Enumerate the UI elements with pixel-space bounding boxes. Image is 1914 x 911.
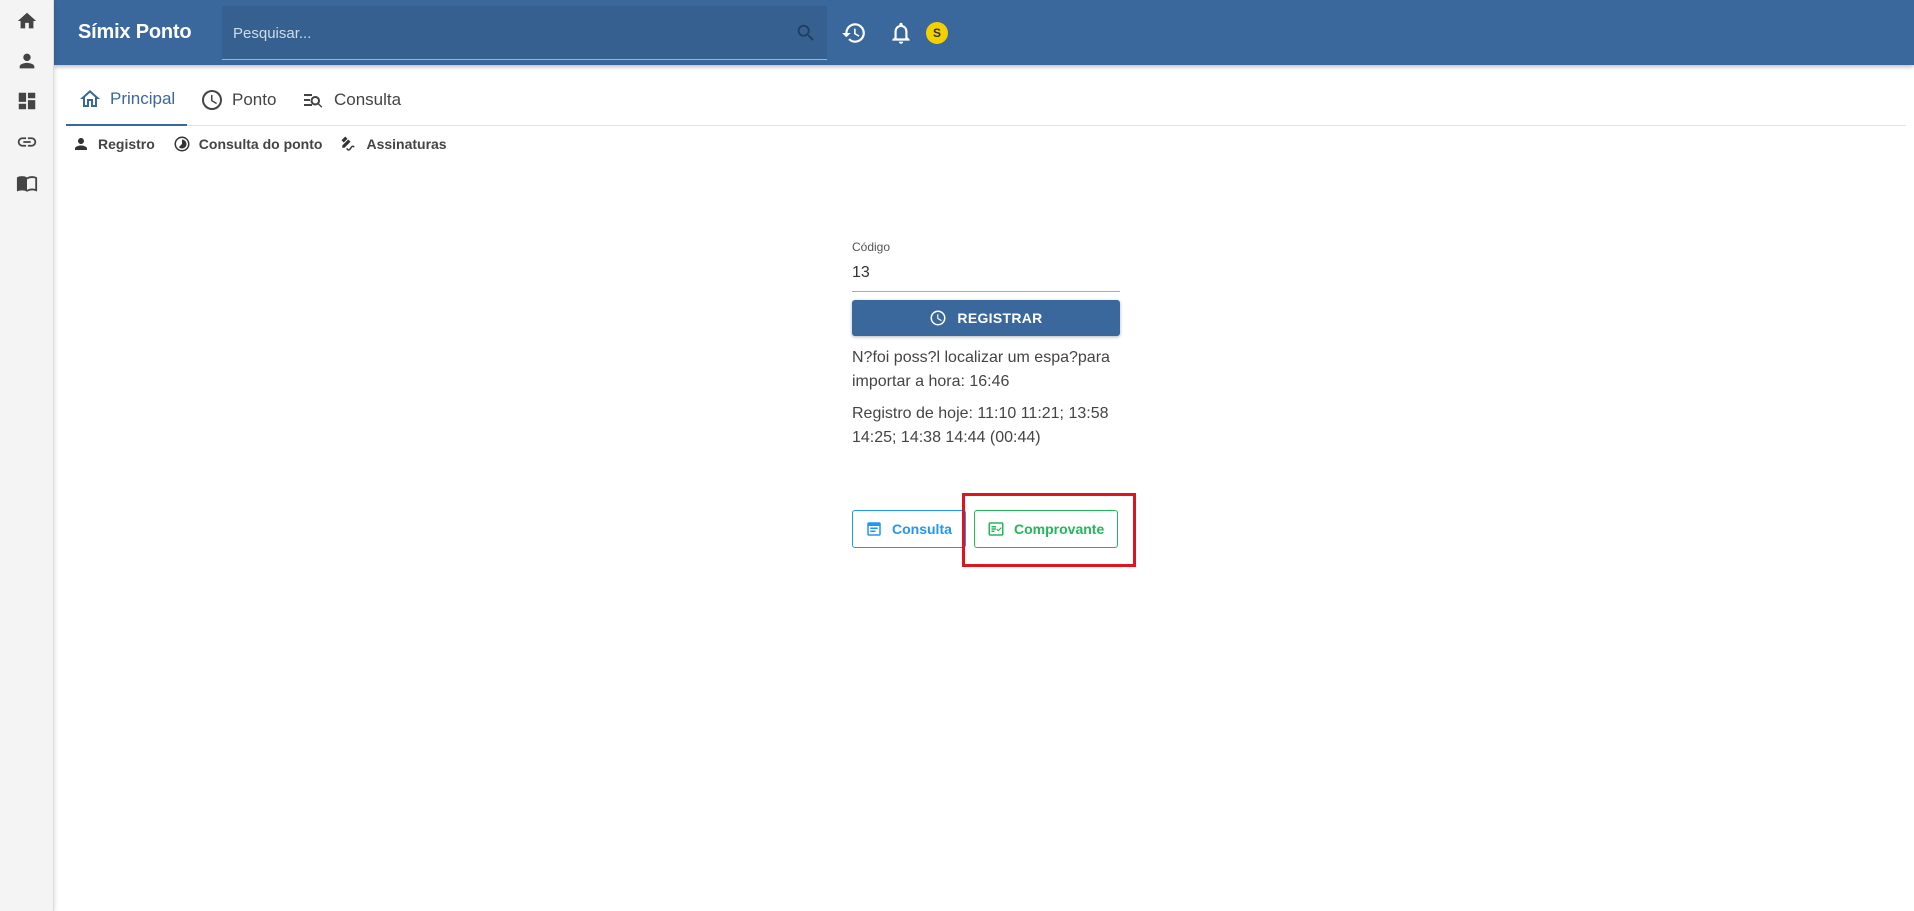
- consulta-label: Consulta: [892, 521, 952, 537]
- history-icon[interactable]: [841, 20, 867, 46]
- time-import-message: N?foi poss?l localizar um espa?para impo…: [852, 349, 1110, 390]
- search-list-icon: [304, 94, 323, 108]
- subnav-consulta-do-ponto[interactable]: Consulta do ponto: [173, 135, 323, 153]
- registrar-button[interactable]: REGISTRAR: [852, 300, 1120, 336]
- signature-icon: [341, 136, 356, 151]
- home-outline-icon: [80, 90, 100, 107]
- rail-link-button[interactable]: [0, 122, 54, 162]
- calendar-view-icon: [867, 522, 881, 536]
- subnav-assinaturas[interactable]: Assinaturas: [340, 135, 447, 153]
- today-records-message: Registro de hoje: 11:10 11:21; 13:58 14:…: [852, 405, 1109, 446]
- tab-principal[interactable]: Principal: [66, 80, 188, 126]
- app-bar: Símix Ponto S: [54, 0, 1914, 65]
- rail-dashboard-button[interactable]: [0, 81, 54, 121]
- consulta-button[interactable]: Consulta: [852, 510, 966, 548]
- subnav-label: Assinaturas: [366, 136, 447, 152]
- book-icon: [16, 176, 38, 192]
- person-icon: [19, 53, 35, 69]
- rail-book-button[interactable]: [0, 163, 54, 203]
- comprovante-label: Comprovante: [1014, 521, 1105, 537]
- tab-label: Principal: [110, 89, 176, 108]
- dashboard-icon: [18, 92, 36, 110]
- timelapse-icon: [174, 136, 190, 152]
- main-tabs: Principal Ponto Consulta: [66, 80, 1906, 126]
- search-box: [222, 6, 827, 60]
- registro-form: Código REGISTRAR N?foi poss?l localizar …: [852, 240, 1120, 450]
- subnav-label: Registro: [98, 136, 155, 152]
- sub-navigation: Registro Consulta do ponto Assinaturas: [72, 134, 465, 154]
- tab-label: Ponto: [232, 90, 277, 109]
- notifications-icon[interactable]: [888, 20, 914, 46]
- code-field-wrapper: [852, 258, 1120, 292]
- left-rail: [0, 0, 54, 911]
- rail-user-button[interactable]: [0, 41, 54, 81]
- comprovante-button[interactable]: Comprovante: [974, 510, 1118, 548]
- clock-icon: [202, 90, 222, 110]
- link-icon: [17, 137, 37, 147]
- person-icon: [75, 138, 87, 150]
- tab-consulta[interactable]: Consulta: [290, 80, 413, 126]
- search-icon[interactable]: [795, 22, 817, 44]
- app-title[interactable]: Símix Ponto: [78, 0, 192, 65]
- tab-label: Consulta: [334, 90, 402, 109]
- code-label: Código: [852, 240, 891, 254]
- clock-icon: [930, 310, 946, 326]
- subnav-label: Consulta do ponto: [198, 136, 323, 152]
- search-input[interactable]: [222, 6, 782, 60]
- user-avatar[interactable]: S: [926, 22, 948, 44]
- subnav-registro[interactable]: Registro: [72, 135, 155, 153]
- code-input[interactable]: [852, 258, 1120, 288]
- rail-home-button[interactable]: [0, 1, 54, 41]
- registrar-label: REGISTRAR: [957, 310, 1043, 326]
- receipt-check-icon: [988, 522, 1004, 536]
- action-buttons: Consulta Comprovante: [852, 510, 1118, 548]
- home-icon: [17, 12, 37, 29]
- tab-ponto[interactable]: Ponto: [188, 80, 288, 126]
